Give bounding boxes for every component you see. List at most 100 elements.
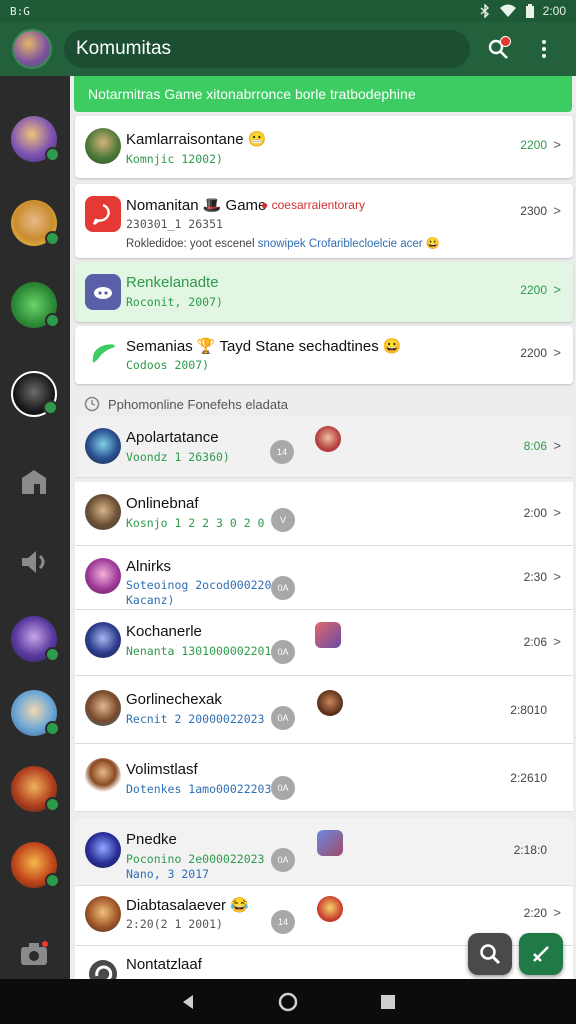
list-item-subtitle: 2:20(2 1 2001): [126, 917, 223, 931]
unread-count-badge: 0A: [271, 640, 295, 664]
sidebar: [0, 76, 70, 979]
list-item-name: Alnirks: [126, 558, 172, 575]
search-button[interactable]: [480, 31, 516, 67]
chat-tag-text: coesarraientorary: [271, 198, 365, 212]
thumbnail: [315, 426, 341, 452]
unread-count-badge: 0A: [271, 576, 295, 600]
sidebar-avatar-1[interactable]: [11, 116, 60, 162]
list-item-name: Diabtasalaever 😂: [126, 897, 249, 914]
unread-count-badge: 0A: [271, 706, 295, 730]
list-item-subtitle: Voondz 1 26360): [126, 450, 230, 464]
chat-card-selected[interactable]: Renkelanadte Roconit, 2007) 2200 >: [75, 262, 573, 322]
avatar: [85, 196, 121, 232]
online-badge: [45, 797, 60, 812]
list-item[interactable]: Pnedke Poconino 2e000022023 Nano, 3 2017…: [75, 818, 573, 886]
list-item-subtitle: Kosnjo 1 2 2 3 0 2 0: [126, 516, 265, 530]
profile-avatar[interactable]: [12, 29, 52, 69]
status-bar: B:G 2:00: [0, 0, 576, 22]
chat-card[interactable]: Kamlarraisontane 😬 Komnjic 12002) 2200 >: [75, 116, 573, 178]
list-item-time: 8:06: [523, 439, 547, 453]
chat-message: Rokledidoe: yoot escenel snowipek Crofar…: [126, 236, 440, 250]
chevron-right-icon: >: [553, 438, 561, 453]
chat-time: 2200: [520, 346, 547, 360]
chat-name: Nomanitan 🎩 Game: [126, 197, 267, 214]
system-nav-bar: [0, 979, 576, 1024]
chevron-right-icon: >: [553, 345, 561, 360]
list-item-name: Kochanerle: [126, 623, 202, 640]
search-fab[interactable]: [468, 933, 512, 975]
online-badge: [43, 400, 58, 415]
confirm-fab[interactable]: [519, 933, 563, 975]
chat-card[interactable]: Nomanitan 🎩 Game ● coesarraientorary 230…: [75, 184, 573, 258]
chat-subtitle: 230301_1 26351: [126, 217, 223, 231]
online-badge: [45, 647, 60, 662]
clock-icon: [84, 396, 100, 412]
chat-name: Kamlarraisontane 😬: [126, 131, 267, 148]
home-icon[interactable]: [277, 991, 299, 1013]
chat-message-text: Rokledidoe: yoot escenel: [126, 238, 255, 250]
battery-icon: [525, 3, 534, 18]
phone-icon: [92, 344, 115, 363]
list-item-subtitle: Poconino 2e000022023: [126, 852, 265, 866]
chevron-right-icon: >: [553, 569, 561, 584]
sidebar-volume-icon[interactable]: [18, 546, 50, 578]
online-badge: [45, 147, 60, 162]
list-item-name: Gorlinechexak: [126, 691, 222, 708]
sidebar-avatar-5[interactable]: [11, 616, 60, 662]
chat-card[interactable]: Semanias 🏆 Tayd Stane sechadtines 😀 Codo…: [75, 326, 573, 384]
sidebar-avatar-8[interactable]: [11, 842, 60, 888]
list-item-subtitle: Recnit 2 20000022023: [126, 712, 265, 726]
list-item-time: 2:2610: [510, 771, 547, 785]
avatar: [85, 128, 121, 164]
list-item-name: Apolartatance: [126, 429, 219, 446]
chat-subtitle: Roconit, 2007): [126, 295, 223, 309]
unread-count-badge: 0A: [271, 776, 295, 800]
back-icon[interactable]: [179, 993, 197, 1011]
chat-message-link[interactable]: snowipek Crofariblecloelcie acer 😀: [258, 238, 440, 250]
refresh-icon: [89, 960, 117, 979]
bluetooth-icon: [480, 4, 489, 18]
unread-count-badge: V: [271, 508, 295, 532]
chat-subtitle: Codoos 2007): [126, 358, 210, 372]
sidebar-shop-icon[interactable]: [18, 466, 50, 498]
sidebar-avatar-6[interactable]: [11, 690, 60, 736]
unread-count-badge: 0A: [271, 848, 295, 872]
list-item-subtitle: Dotenkes 1amo00022203: [126, 782, 272, 796]
thumbnail: [317, 830, 343, 856]
online-badge: [45, 873, 60, 888]
search-pill[interactable]: Komumitas: [64, 30, 470, 68]
list-item[interactable]: Gorlinechexak Recnit 2 20000022023 0A 2:…: [75, 676, 573, 744]
list-item[interactable]: Kochanerle Nenanta 13010000022011 0A 2:0…: [75, 610, 573, 676]
list-item-name: Onlinebnaf: [126, 495, 199, 512]
chat-time: 2300: [520, 204, 547, 218]
list-item-subtitle: Soteoinog 2ocod00022003: [126, 578, 286, 592]
list-item[interactable]: Alnirks Soteoinog 2ocod00022003 Kacanz) …: [75, 546, 573, 610]
section-header: Pphomonline Fonefehs eladata: [84, 396, 288, 412]
list-item-subtitle: Nenanta 13010000022011: [126, 644, 279, 658]
recents-icon[interactable]: [379, 993, 397, 1011]
more-button[interactable]: [526, 31, 562, 67]
app-title: Komumitas: [76, 38, 172, 59]
app-bar: Komumitas: [0, 22, 576, 76]
sidebar-avatar-4[interactable]: [11, 371, 58, 417]
chevron-right-icon: >: [553, 905, 561, 920]
list-item[interactable]: Apolartatance Voondz 1 26360) 14 8:06 >: [75, 416, 573, 478]
list-item-time: 2:8010: [510, 703, 547, 717]
chevron-right-icon: >: [553, 203, 561, 218]
list-item[interactable]: Volimstlasf Dotenkes 1amo00022203 0A 2:2…: [75, 744, 573, 812]
chevron-right-icon: >: [553, 282, 561, 297]
banner-text: Notarmitras Game xitonabrronce borle tra…: [88, 86, 416, 102]
chevron-right-icon: >: [553, 634, 561, 649]
sidebar-avatar-3[interactable]: [11, 282, 60, 328]
list-item[interactable]: Onlinebnaf Kosnjo 1 2 2 3 0 2 0 V 2:00 >: [75, 482, 573, 546]
chevron-right-icon: >: [553, 137, 561, 152]
online-badge: [45, 231, 60, 246]
sidebar-avatar-7[interactable]: [11, 766, 60, 812]
list-item-name: Nontatzlaaf: [126, 956, 202, 973]
sidebar-avatar-2[interactable]: [11, 200, 60, 246]
camera-icon[interactable]: [18, 938, 50, 970]
thumbnail: [315, 622, 341, 648]
announcement-banner[interactable]: Notarmitras Game xitonabrronce borle tra…: [74, 76, 572, 112]
avatar: [85, 494, 121, 530]
online-badge: [45, 313, 60, 328]
